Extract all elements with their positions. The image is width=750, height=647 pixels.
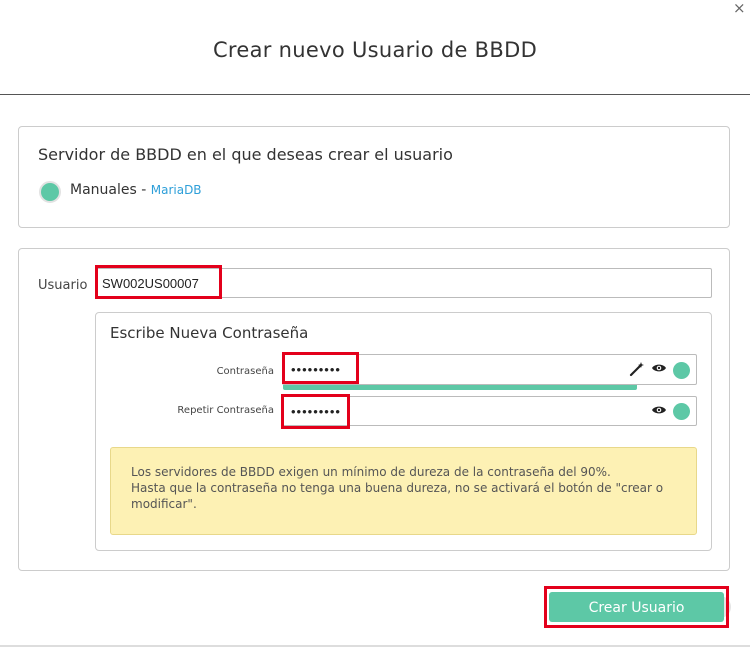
password-label: Contraseña bbox=[216, 366, 274, 377]
password-notice: Los servidores de BBDD exigen un mínimo … bbox=[110, 447, 697, 535]
server-option-text[interactable]: Manuales - MariaDB bbox=[70, 182, 202, 198]
server-option-separator: - bbox=[136, 182, 151, 198]
password-strength-bar bbox=[283, 385, 637, 390]
repeat-password-input[interactable] bbox=[282, 396, 697, 426]
eye-icon[interactable] bbox=[651, 362, 667, 378]
dialog-title: Crear nuevo Usuario de BBDD bbox=[212, 38, 538, 62]
password-section-title: Escribe Nueva Contraseña bbox=[110, 324, 309, 342]
notice-line-2: Hasta que la contraseña no tenga una bue… bbox=[131, 481, 664, 511]
notice-line-1: Los servidores de BBDD exigen un mínimo … bbox=[131, 465, 611, 479]
server-engine-label: MariaDB bbox=[150, 183, 202, 197]
magic-wand-icon[interactable] bbox=[629, 361, 645, 381]
create-user-button[interactable]: Crear Usuario bbox=[549, 592, 724, 622]
status-dot-icon bbox=[673, 362, 690, 379]
server-section-label: Servidor de BBDD en el que deseas crear … bbox=[38, 145, 453, 164]
server-radio-manuales[interactable] bbox=[39, 181, 61, 203]
repeat-password-label: Repetir Contraseña bbox=[177, 405, 274, 416]
header-divider bbox=[0, 94, 750, 95]
eye-icon[interactable] bbox=[651, 404, 667, 420]
user-label: Usuario bbox=[38, 278, 88, 293]
status-dot-icon bbox=[673, 403, 690, 420]
server-card: Servidor de BBDD en el que deseas crear … bbox=[18, 126, 730, 228]
close-icon[interactable]: × bbox=[733, 0, 746, 16]
user-input[interactable] bbox=[95, 268, 712, 298]
server-option-name: Manuales bbox=[70, 182, 137, 198]
